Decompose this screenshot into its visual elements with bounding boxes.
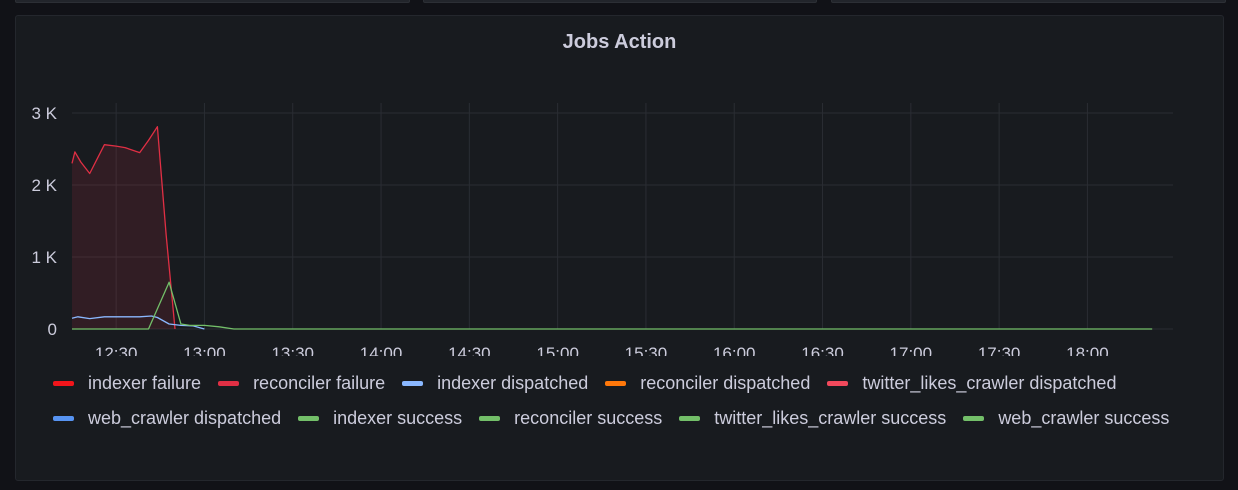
grid-lines — [72, 103, 1173, 330]
x-axis-labels: 12:30 13:00 13:30 14:00 14:30 15:00 15:30 16:00… — [95, 344, 1109, 356]
x-tick-label: 17:30 — [978, 344, 1021, 356]
panel-above-right — [831, 0, 1226, 3]
x-tick-label: 14:00 — [360, 344, 403, 356]
legend-swatch — [298, 416, 320, 421]
legend-item[interactable]: indexer success — [298, 407, 462, 430]
legend-label: indexer failure — [88, 373, 202, 393]
legend-swatch — [53, 381, 74, 386]
legend-swatch — [53, 416, 74, 421]
x-tick-label: 17:00 — [890, 344, 933, 356]
legend-swatch — [479, 416, 501, 421]
series-lines — [71, 126, 1153, 330]
panel-above-middle — [423, 0, 817, 3]
legend-swatch — [218, 381, 240, 386]
legend-item[interactable]: reconciler success — [479, 407, 662, 430]
legend-item[interactable]: twitter_likes_crawler dispatched — [827, 372, 1116, 395]
legend-item[interactable]: reconciler failure — [218, 372, 385, 395]
legend-label: indexer success — [333, 408, 463, 428]
legend-swatch — [963, 416, 985, 421]
chart-panel: Jobs Action 01 K2 K3 K 12:30 13:00 13:30 14… — [15, 15, 1224, 481]
legend-item[interactable]: reconciler dispatched — [605, 372, 810, 395]
x-tick-label: 16:30 — [801, 344, 844, 356]
x-tick-label: 15:00 — [536, 344, 579, 356]
legend-swatch — [605, 381, 627, 386]
legend-label: web_crawler success — [998, 408, 1170, 428]
x-tick-label: 12:30 — [95, 344, 138, 356]
x-tick-label: 13:00 — [183, 344, 226, 356]
y-tick-label: 2 K — [31, 176, 57, 195]
y-tick-label: 0 — [48, 320, 57, 339]
y-axis-labels: 0 1 K 2 K 3 K — [31, 104, 57, 339]
legend-item[interactable]: twitter_likes_crawler success — [679, 407, 946, 430]
x-tick-label: 14:30 — [448, 344, 491, 356]
series-line[interactable] — [72, 281, 1153, 330]
legend-label: reconciler success — [514, 408, 663, 428]
legend-label: reconciler failure — [253, 373, 386, 393]
legend-swatch — [679, 416, 701, 421]
legend-item[interactable]: web_crawler dispatched — [53, 407, 281, 430]
legend-item[interactable]: web_crawler success — [963, 407, 1169, 430]
legend-label: indexer dispatched — [437, 373, 589, 393]
y-tick-label: 1 K — [31, 248, 57, 267]
legend-item[interactable]: indexer failure — [53, 372, 201, 395]
legend-label: twitter_likes_crawler success — [714, 408, 947, 428]
legend-item[interactable]: indexer dispatched — [402, 372, 588, 395]
x-tick-label: 15:30 — [625, 344, 668, 356]
panel-above-left — [15, 0, 410, 3]
y-tick-label: 3 K — [31, 104, 57, 123]
legend-label: web_crawler dispatched — [88, 408, 282, 428]
x-tick-label: 13:30 — [271, 344, 314, 356]
legend-label: twitter_likes_crawler dispatched — [862, 373, 1117, 393]
legend-swatch — [827, 381, 849, 386]
chart-legend: indexer failure reconciler failure indexer… — [53, 372, 1213, 430]
x-tick-label: 18:00 — [1066, 344, 1109, 356]
line-chart: 0 1 K 2 K 3 K 12:30 13:00 13:30 14:00 14:30 15:0… — [31, 103, 1173, 356]
x-tick-label: 16:00 — [713, 344, 756, 356]
legend-label: reconciler dispatched — [640, 373, 811, 393]
legend-swatch — [402, 381, 424, 386]
